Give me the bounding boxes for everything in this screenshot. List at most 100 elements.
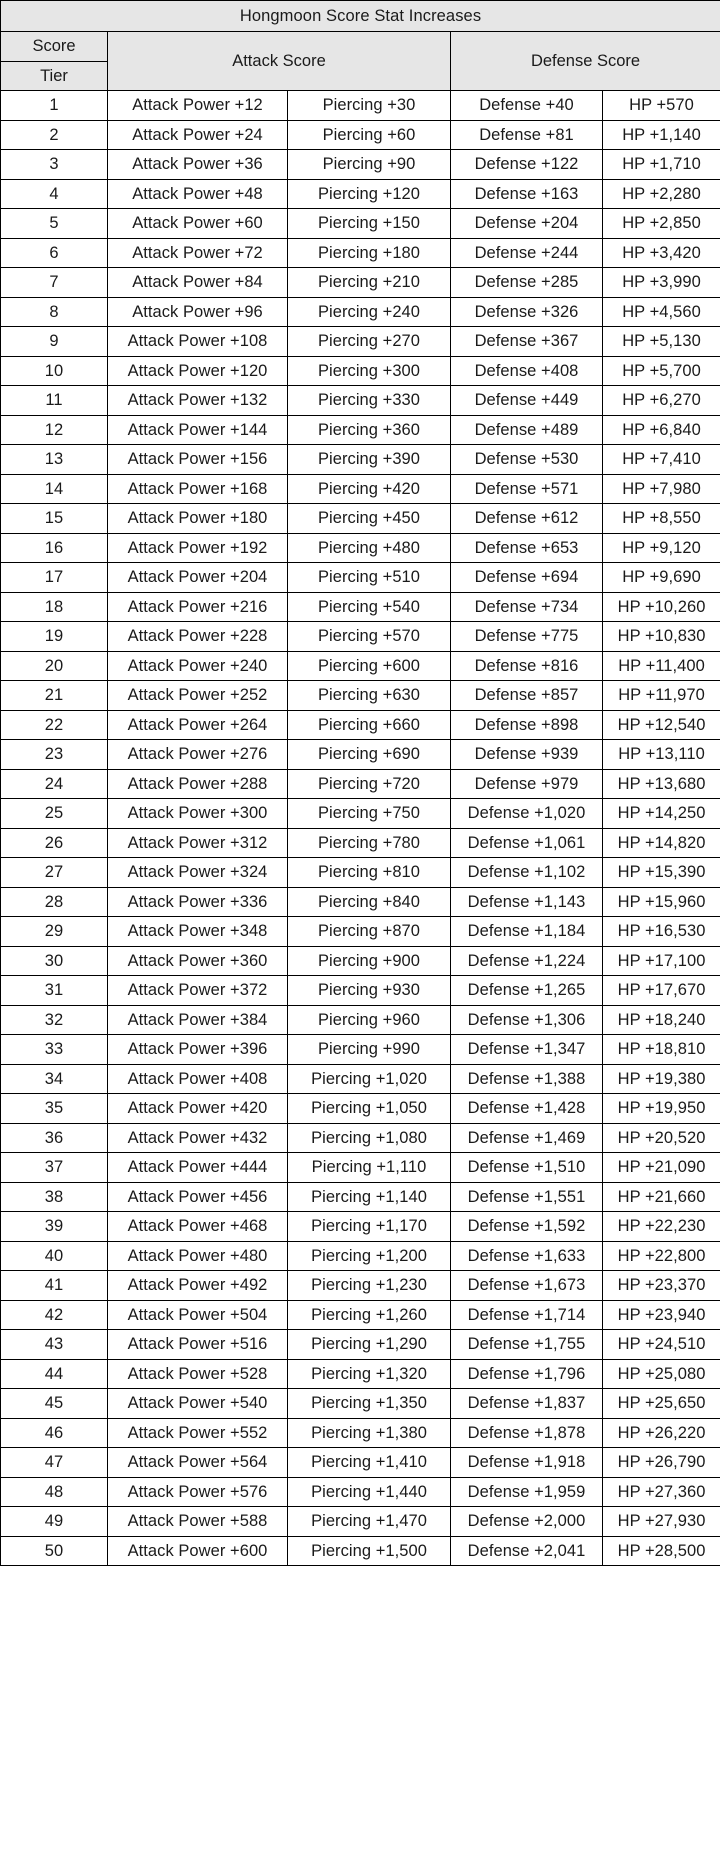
cell-tier: 7 [0,267,108,298]
cell-defense: Defense +1,020 [450,798,603,829]
table-row: 26 Attack Power +312 Piercing +780 Defense … [0,827,720,858]
table-row: 46 Attack Power +552 Piercing +1,380 Defens… [0,1417,720,1448]
cell-attack-power: Attack Power +372 [107,975,288,1006]
cell-piercing: Piercing +1,110 [287,1152,451,1183]
cell-hp: HP +27,360 [601,1476,720,1507]
cell-tier: 29 [0,916,108,947]
cell-piercing: Piercing +780 [287,827,451,858]
cell-hp: HP +22,230 [601,1211,720,1242]
cell-piercing: Piercing +450 [287,503,451,534]
cell-defense: Defense +449 [450,385,603,416]
cell-attack-power: Attack Power +492 [107,1270,288,1301]
cell-attack-power: Attack Power +384 [107,1004,288,1035]
table-row: 40 Attack Power +480 Piercing +1,200 Defens… [0,1240,720,1271]
cell-defense: Defense +204 [450,208,603,239]
table-row: 42 Attack Power +504 Piercing +1,260 Defens… [0,1299,720,1330]
cell-tier: 11 [0,385,108,416]
cell-hp: HP +17,670 [601,975,720,1006]
cell-hp: HP +3,990 [601,267,720,298]
cell-defense: Defense +1,102 [450,857,603,888]
cell-hp: HP +7,980 [601,473,720,504]
cell-tier: 30 [0,945,108,976]
cell-tier: 46 [0,1417,108,1448]
cell-attack-power: Attack Power +300 [107,798,288,829]
cell-defense: Defense +1,918 [450,1447,603,1478]
cell-piercing: Piercing +1,260 [287,1299,451,1330]
table-row: 48 Attack Power +576 Piercing +1,440 Defens… [0,1476,720,1507]
cell-tier: 1 [0,90,108,121]
cell-tier: 14 [0,473,108,504]
cell-defense: Defense +898 [450,709,603,740]
cell-hp: HP +1,710 [601,149,720,180]
cell-tier: 41 [0,1270,108,1301]
cell-defense: Defense +979 [450,768,603,799]
cell-tier: 35 [0,1093,108,1124]
cell-piercing: Piercing +240 [287,296,451,327]
cell-hp: HP +8,550 [601,503,720,534]
cell-hp: HP +7,410 [601,444,720,475]
cell-defense: Defense +1,878 [450,1417,603,1448]
cell-attack-power: Attack Power +192 [107,532,288,563]
table-row: 37 Attack Power +444 Piercing +1,110 Defens… [0,1152,720,1183]
table-row: 24 Attack Power +288 Piercing +720 Defense … [0,768,720,799]
cell-defense: Defense +734 [450,591,603,622]
cell-attack-power: Attack Power +240 [107,650,288,681]
cell-defense: Defense +1,796 [450,1358,603,1389]
table-row: 49 Attack Power +588 Piercing +1,470 Defens… [0,1506,720,1537]
table-row: 4 Attack Power +48 Piercing +120 Defense +1… [0,178,720,209]
cell-tier: 36 [0,1122,108,1153]
cell-attack-power: Attack Power +360 [107,945,288,976]
cell-defense: Defense +1,184 [450,916,603,947]
table-row: 6 Attack Power +72 Piercing +180 Defense +2… [0,237,720,268]
cell-hp: HP +15,390 [601,857,720,888]
cell-defense: Defense +163 [450,178,603,209]
cell-piercing: Piercing +420 [287,473,451,504]
table-row: 19 Attack Power +228 Piercing +570 Defense … [0,621,720,652]
cell-attack-power: Attack Power +420 [107,1093,288,1124]
table-row: 36 Attack Power +432 Piercing +1,080 Defens… [0,1122,720,1153]
table-body: 1 Attack Power +12 Piercing +30 Defense +40… [0,90,720,1566]
cell-attack-power: Attack Power +312 [107,827,288,858]
cell-tier: 2 [0,119,108,150]
cell-hp: HP +19,380 [601,1063,720,1094]
cell-tier: 23 [0,739,108,770]
cell-piercing: Piercing +1,470 [287,1506,451,1537]
cell-hp: HP +16,530 [601,916,720,947]
cell-piercing: Piercing +1,170 [287,1211,451,1242]
table-row: 5 Attack Power +60 Piercing +150 Defense +2… [0,208,720,239]
cell-piercing: Piercing +750 [287,798,451,829]
cell-piercing: Piercing +30 [287,90,451,121]
cell-tier: 9 [0,326,108,357]
cell-defense: Defense +571 [450,473,603,504]
cell-attack-power: Attack Power +168 [107,473,288,504]
table-row: 17 Attack Power +204 Piercing +510 Defense … [0,562,720,593]
cell-defense: Defense +653 [450,532,603,563]
cell-defense: Defense +244 [450,237,603,268]
hongmoon-score-stat-table: Hongmoon Score Stat Increases Score Atta… [0,0,720,1566]
cell-attack-power: Attack Power +108 [107,326,288,357]
cell-hp: HP +15,960 [601,886,720,917]
table-row: 14 Attack Power +168 Piercing +420 Defense … [0,473,720,504]
cell-attack-power: Attack Power +180 [107,503,288,534]
cell-attack-power: Attack Power +84 [107,267,288,298]
cell-hp: HP +570 [601,90,720,121]
cell-hp: HP +14,820 [601,827,720,858]
cell-attack-power: Attack Power +336 [107,886,288,917]
cell-attack-power: Attack Power +264 [107,709,288,740]
cell-hp: HP +17,100 [601,945,720,976]
cell-attack-power: Attack Power +36 [107,149,288,180]
table-title: Hongmoon Score Stat Increases [0,0,720,32]
cell-defense: Defense +1,388 [450,1063,603,1094]
table-row: 32 Attack Power +384 Piercing +960 Defense … [0,1004,720,1035]
cell-hp: HP +9,120 [601,532,720,563]
table-row: 23 Attack Power +276 Piercing +690 Defense … [0,739,720,770]
cell-hp: HP +26,790 [601,1447,720,1478]
table-header: Hongmoon Score Stat Increases Score Atta… [0,0,720,91]
cell-tier: 42 [0,1299,108,1330]
cell-piercing: Piercing +330 [287,385,451,416]
cell-piercing: Piercing +870 [287,916,451,947]
cell-piercing: Piercing +1,230 [287,1270,451,1301]
cell-piercing: Piercing +1,320 [287,1358,451,1389]
cell-hp: HP +25,650 [601,1388,720,1419]
table-title-row: Hongmoon Score Stat Increases [0,0,720,32]
